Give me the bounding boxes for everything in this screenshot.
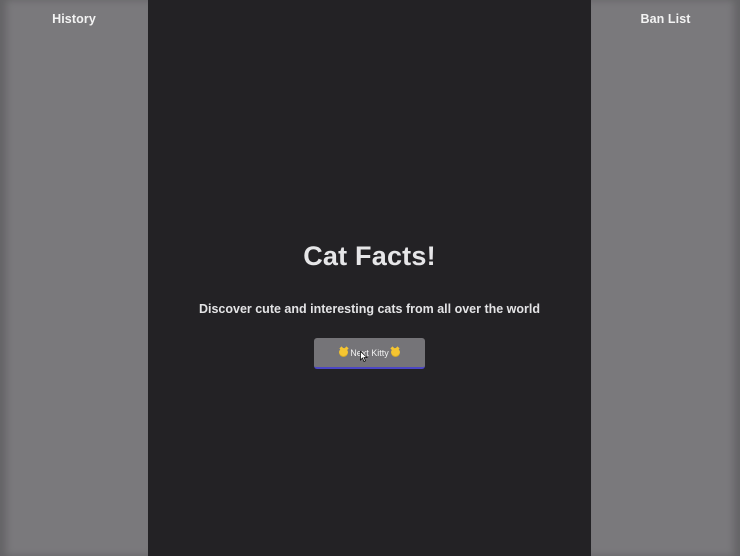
cat-face-icon [390,348,400,357]
ban-list-title: Ban List [640,12,691,26]
app-container: History Cat Facts! Discover cute and int… [0,0,740,556]
history-title: History [52,12,96,26]
history-sidebar: History [0,0,148,556]
next-kitty-button[interactable]: Next Kitty [314,338,425,369]
page-title: Cat Facts! [303,241,436,271]
next-kitty-label: Next Kitty [350,347,389,358]
mouse-pointer-icon [360,351,368,362]
ban-list-sidebar: Ban List [591,0,740,556]
page-subtitle: Discover cute and interesting cats from … [198,302,541,316]
cat-face-icon [339,348,349,357]
main-panel: Cat Facts! Discover cute and interesting… [148,0,591,556]
